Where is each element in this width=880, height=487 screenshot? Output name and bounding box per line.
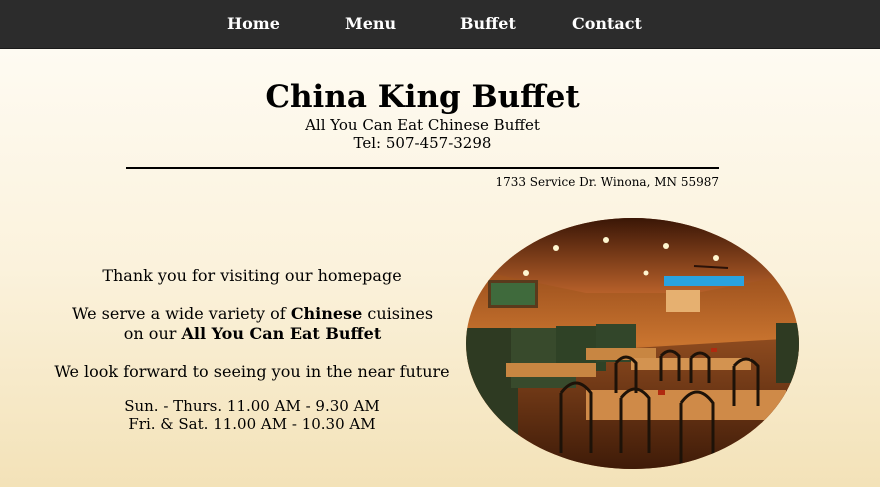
nav-menu-link[interactable]: Menu: [345, 14, 396, 33]
nav-buffet-link[interactable]: Buffet: [460, 14, 516, 33]
restaurant-title: China King Buffet: [265, 79, 580, 115]
nav-home-link[interactable]: Home: [227, 14, 280, 33]
future-text: We look forward to seeing you in the nea…: [54, 362, 450, 381]
telephone: Tel: 507-457-3298: [353, 134, 492, 152]
desc-bold-buffet: All You Can Eat Buffet: [181, 324, 382, 343]
restaurant-interior-photo: [466, 218, 799, 469]
top-nav-bar: Home Menu Buffet Contact: [0, 0, 880, 49]
nav-contact-link[interactable]: Contact: [572, 14, 642, 33]
description-text: We serve a wide variety of Chinese cuisi…: [60, 304, 445, 344]
hours-weekday: Sun. - Thurs. 11.00 AM - 9.30 AM: [124, 397, 380, 415]
welcome-text: Thank you for visiting our homepage: [102, 266, 402, 285]
restaurant-subtitle: All You Can Eat Chinese Buffet: [305, 116, 540, 134]
hours-weekend: Fri. & Sat. 11.00 AM - 10.30 AM: [128, 415, 376, 433]
desc-part-1: We serve a wide variety of: [71, 304, 291, 323]
desc-bold-chinese: Chinese: [290, 304, 363, 323]
address: 1733 Service Dr. Winona, MN 55987: [495, 175, 719, 189]
header-divider: [126, 167, 719, 169]
